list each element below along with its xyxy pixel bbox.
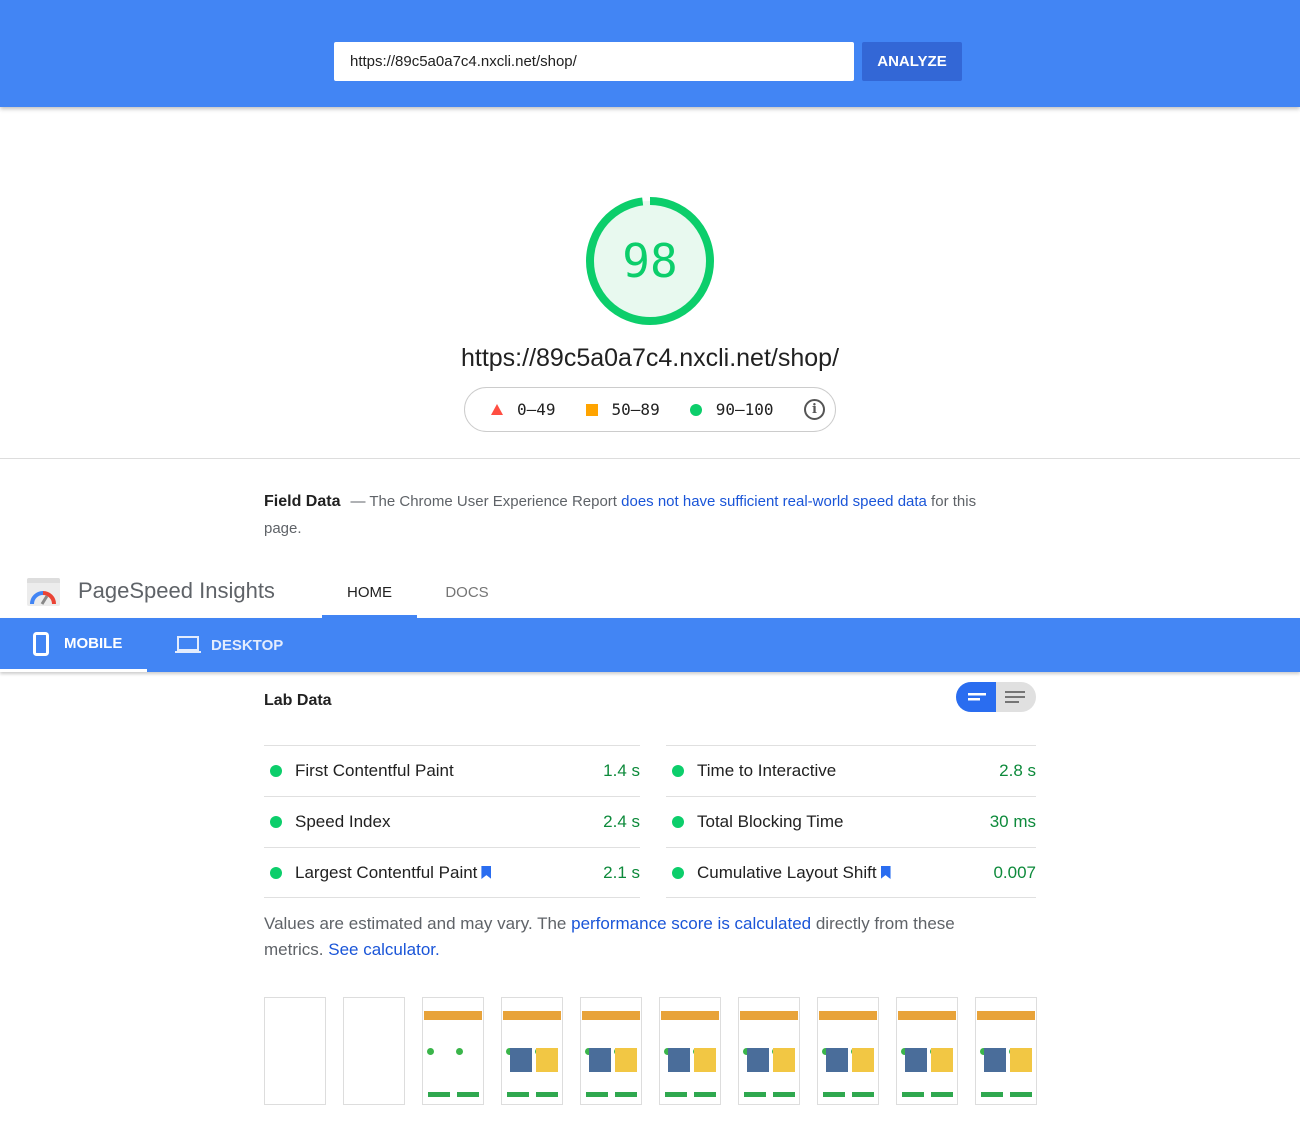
filmstrip-frame	[580, 997, 642, 1105]
filmstrip-frame	[501, 997, 563, 1105]
field-data-title: Field Data	[264, 493, 341, 510]
metric-label: Cumulative Layout Shift	[697, 862, 877, 882]
compact-view-icon[interactable]	[956, 682, 996, 712]
lab-note: Values are estimated and may vary. The p…	[264, 911, 1004, 963]
analyzed-url: https://89c5a0a7c4.nxcli.net/shop/	[460, 344, 840, 372]
metric-value: 30 ms	[989, 812, 1036, 831]
filmstrip-frame	[659, 997, 721, 1105]
note-text: Values are estimated and may vary. The	[264, 914, 572, 933]
lab-data-title: Lab Data	[264, 692, 332, 709]
metric-label: Speed Index	[295, 812, 391, 831]
metric-value: 0.007	[993, 862, 1036, 882]
metric-value: 2.4 s	[603, 812, 640, 831]
filmstrip	[264, 997, 1054, 1105]
metric-value: 2.1 s	[603, 862, 640, 882]
metric-label: Largest Contentful Paint	[295, 862, 478, 882]
score-value: 98	[622, 234, 678, 288]
brand-name: PageSpeed Insights	[78, 578, 275, 603]
metric-label: Time to Interactive	[697, 761, 837, 780]
metrics-right: Time to Interactive 2.8 s Total Blocking …	[666, 745, 1036, 898]
triangle-icon	[491, 404, 503, 415]
legend-pass: 90–100	[715, 400, 774, 419]
pass-circle-icon	[270, 866, 282, 879]
filmstrip-frame	[975, 997, 1037, 1105]
metric-cls: Cumulative Layout Shift 0.007	[666, 847, 1036, 898]
metric-si: Speed Index 2.4 s	[264, 796, 640, 847]
pagespeed-logo-icon	[27, 578, 60, 606]
pass-circle-icon	[672, 765, 684, 777]
device-tabs: MOBILE DESKTOP	[0, 618, 1300, 672]
metric-tti: Time to Interactive 2.8 s	[666, 745, 1036, 796]
analyze-button[interactable]: ANALYZE	[862, 42, 962, 81]
info-icon[interactable]: i	[804, 399, 825, 420]
bookmark-icon	[481, 866, 492, 879]
metric-fcp: First Contentful Paint 1.4 s	[264, 745, 640, 796]
expanded-view-icon[interactable]	[996, 682, 1036, 712]
score-calculated-link[interactable]: performance score is calculated	[571, 914, 811, 933]
pass-circle-icon	[672, 816, 684, 828]
field-data-link[interactable]: does not have sufficient real-world spee…	[621, 493, 927, 510]
metric-lcp: Largest Contentful Paint 2.1 s	[264, 847, 640, 898]
metrics-left: First Contentful Paint 1.4 s Speed Index 2…	[264, 745, 640, 898]
psi-header: PageSpeed Insights HOME DOCS	[0, 570, 1300, 618]
see-calculator-link[interactable]: See calculator.	[328, 940, 440, 959]
url-input[interactable]	[334, 42, 854, 81]
circle-icon	[689, 403, 702, 416]
filmstrip-frame	[738, 997, 800, 1105]
legend-fail: 0–49	[517, 400, 556, 419]
pass-circle-icon	[270, 765, 282, 777]
score-legend: 0–49 50–89 90–100 i	[464, 387, 836, 432]
tab-home[interactable]: HOME	[322, 584, 417, 618]
tab-mobile-label: MOBILE	[64, 635, 123, 652]
filmstrip-frame	[896, 997, 958, 1105]
metric-value: 1.4 s	[603, 761, 640, 780]
mobile-icon	[33, 631, 49, 656]
view-toggle[interactable]	[956, 682, 1036, 712]
tab-mobile[interactable]: MOBILE	[0, 618, 147, 672]
filmstrip-frame	[343, 997, 405, 1105]
metric-tbt: Total Blocking Time 30 ms	[666, 796, 1036, 847]
square-icon	[585, 403, 598, 416]
pass-circle-icon	[672, 866, 684, 879]
divider	[0, 458, 1300, 459]
filmstrip-frame	[422, 997, 484, 1105]
field-data-text: — The Chrome User Experience Report	[350, 493, 622, 510]
top-bar: ANALYZE	[0, 0, 1300, 107]
tab-desktop[interactable]: DESKTOP	[175, 618, 283, 672]
laptop-icon	[175, 636, 201, 653]
pass-circle-icon	[270, 816, 282, 828]
metric-label: Total Blocking Time	[697, 812, 844, 831]
tab-desktop-label: DESKTOP	[211, 636, 284, 654]
filmstrip-frame	[817, 997, 879, 1105]
filmstrip-frame	[264, 997, 326, 1105]
legend-average: 50–89	[611, 400, 660, 419]
tab-docs[interactable]: DOCS	[422, 584, 512, 601]
metric-label: First Contentful Paint	[295, 761, 454, 780]
field-data: Field Data — The Chrome User Experience R…	[264, 488, 984, 542]
metric-value: 2.8 s	[999, 761, 1036, 780]
bookmark-icon	[880, 866, 891, 879]
